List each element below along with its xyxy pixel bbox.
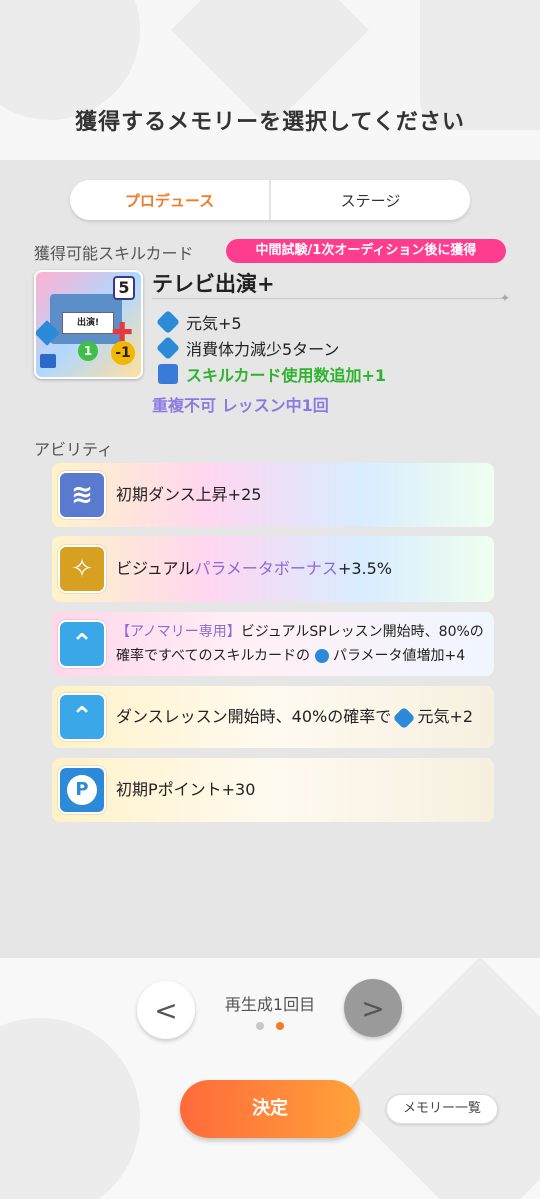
ability-text: 初期ダンス上昇+25 (116, 485, 262, 504)
ability-text: ダンスレッスン開始時、40%の確率で 元気+2 (116, 705, 476, 729)
chevron-up-icon: ⌃ (58, 693, 106, 741)
p-point-icon: P (58, 766, 106, 814)
next-button[interactable]: > (344, 979, 402, 1037)
ability-text-highlight: パラメータボーナス (194, 559, 338, 578)
parameter-icon (314, 649, 329, 663)
acquire-timing-badge: 中間試験/1次オーディション後に獲得 (226, 239, 506, 263)
ability-text: 初期Pポイント+30 (116, 780, 256, 799)
ability-item[interactable]: ⌃ 【アノマリー専用】ビジュアルSPレッスン開始時、80%の確率ですべてのスキル… (52, 612, 494, 676)
card-art-sign: 出演! (62, 312, 114, 334)
energy-icon (155, 309, 181, 335)
tab-bar: プロデュース ステージ (70, 180, 470, 220)
sparkle-icon: ✦ (500, 291, 511, 305)
regen-count-label: 再生成1回目 (224, 995, 316, 1014)
ability-text-prefix: ビジュアル (116, 559, 195, 578)
energy-icon (393, 706, 416, 729)
tab-stage[interactable]: ステージ (271, 190, 470, 211)
dance-up-icon: ≋ (58, 471, 106, 519)
effect-energy: 元気+5 (155, 309, 242, 335)
skill-card-image[interactable]: 出演! ✚ 5 1 -1 (34, 270, 143, 379)
ability-text-suffix: +3.5% (337, 559, 392, 578)
effect-card-use: スキルカード使用数追加+1 (158, 362, 386, 386)
card-cost-badge: 5 (113, 276, 135, 300)
ability-text-suffix: パラメータ値増加+4 (332, 648, 466, 664)
effect-text: 元気+5 (186, 314, 242, 333)
page-title: 獲得するメモリーを選択してください (75, 110, 465, 135)
p-point-letter: P (67, 775, 97, 805)
effect-text: スキルカード使用数追加+1 (186, 366, 387, 385)
bg-circle-shape (0, 0, 140, 120)
chevron-up-icon: ⌃ (58, 620, 106, 668)
card-stamina-badge: -1 (111, 341, 135, 365)
ability-item[interactable]: ⌃ ダンスレッスン開始時、40%の確率で 元気+2 (52, 686, 494, 748)
decide-button[interactable]: 決定 (180, 1080, 360, 1138)
page-dot-active (276, 1022, 284, 1030)
tab-produce[interactable]: プロデュース (70, 190, 269, 211)
ability-tag: 【アノマリー専用】 (116, 624, 241, 640)
ability-text: ビジュアルパラメータボーナス+3.5% (116, 557, 392, 581)
memory-list-button[interactable]: メモリー一覧 (386, 1094, 498, 1124)
skill-section-label: 獲得可能スキルカード (34, 244, 194, 263)
ability-text: 【アノマリー専用】ビジュアルSPレッスン開始時、80%の確率ですべてのスキルカー… (116, 620, 486, 668)
ability-item[interactable]: ✧ ビジュアルパラメータボーナス+3.5% (52, 536, 494, 602)
ability-section-label: アビリティ (34, 440, 114, 459)
header-background (0, 0, 540, 160)
skill-divider (152, 298, 508, 299)
ability-item[interactable]: ≋ 初期ダンス上昇+25 (52, 463, 494, 527)
skill-card-name: テレビ出演+ (152, 272, 275, 296)
ability-text-suffix: 元気+2 (417, 707, 474, 726)
ability-item[interactable]: P 初期Pポイント+30 (52, 758, 494, 822)
page-dot (256, 1022, 264, 1030)
skill-note: 重複不可 レッスン中1回 (152, 396, 329, 415)
card-count-icon (40, 354, 56, 368)
card-green-badge: 1 (78, 341, 98, 361)
visual-bonus-icon: ✧ (58, 545, 106, 593)
bg-circle-shape (0, 1018, 140, 1199)
effect-stamina: 消費体力減少5ターン (155, 335, 340, 361)
stamina-reduce-icon (155, 335, 181, 361)
effect-text: 消費体力減少5ターン (186, 340, 340, 359)
ability-text-body: ダンスレッスン開始時、40%の確率で (116, 707, 392, 726)
card-use-icon (158, 364, 178, 384)
